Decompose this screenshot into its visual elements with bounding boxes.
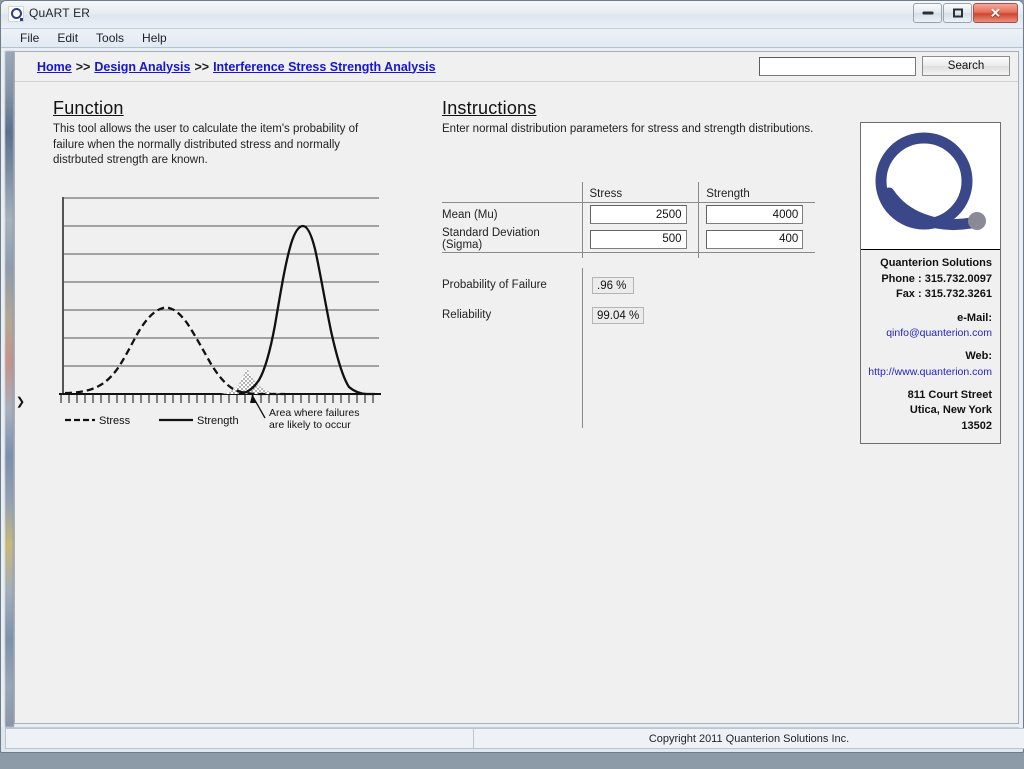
website-link[interactable]: http://www.quanterion.com xyxy=(867,365,992,380)
company-fax: Fax : 315.732.3261 xyxy=(895,288,992,301)
address-line-3: 13502 xyxy=(961,420,992,433)
table-row: Mean (Mu) xyxy=(442,202,815,227)
stress-strength-chart: Stress Strength Area where failures are … xyxy=(53,192,383,440)
address-line-1: 811 Court Street xyxy=(907,388,992,401)
result-value-reliability: 99.04 % xyxy=(592,306,645,324)
address-line-2: Utica, New York xyxy=(909,404,992,417)
chart-gridlines xyxy=(63,197,379,367)
panel-expand-handle[interactable]: ❯ xyxy=(15,390,26,412)
function-section: Function This tool allows the user to ca… xyxy=(53,98,388,440)
menu-item-help[interactable]: Help xyxy=(133,29,176,47)
company-name: Quanterion Solutions xyxy=(880,257,992,269)
parameter-cell-sigma-stress xyxy=(581,227,699,252)
web-label: Web: xyxy=(965,350,992,363)
parameter-label-mean: Mean (Mu) xyxy=(442,208,498,221)
chart-svg: Stress Strength Area where failures are … xyxy=(59,196,381,431)
search-button[interactable]: Search xyxy=(922,56,1010,76)
close-button[interactable]: ✕ xyxy=(973,3,1018,23)
app-icon xyxy=(8,6,24,22)
status-cell-left xyxy=(5,728,474,749)
chart-legend: Stress Strength xyxy=(65,415,239,427)
parameter-cell-mean-strength xyxy=(698,202,815,227)
status-bar: Copyright 2011 Quanterion Solutions Inc.… xyxy=(5,727,1024,749)
parameters-header-stress: Stress xyxy=(581,182,699,203)
instructions-title: Instructions xyxy=(442,98,537,118)
menu-bar: File Edit Tools Help xyxy=(1,28,1023,48)
menu-item-file[interactable]: File xyxy=(11,29,48,47)
instructions-section: Instructions Enter normal distribution p… xyxy=(442,98,822,138)
minimize-button[interactable] xyxy=(913,3,942,23)
search-input[interactable] xyxy=(759,56,916,76)
breadcrumb: Home >> Design Analysis >> Interference Stre… xyxy=(37,60,436,74)
parameters-table: Stress Strength Mean (Mu) Standard Dev xyxy=(442,182,815,258)
result-label-reliability: Reliability xyxy=(442,309,492,321)
table-footer-row xyxy=(442,251,815,258)
svg-text:Area where failures: Area where failures xyxy=(269,407,359,419)
window-body: ❯ Home >> Design Analysis >> Interference St… xyxy=(1,48,1023,727)
email-label: e-Mail: xyxy=(957,311,992,324)
maximize-icon xyxy=(952,8,963,18)
company-logo xyxy=(861,123,1000,250)
parameter-cell-mean-stress xyxy=(581,202,699,227)
instructions-description: Enter normal distribution parameters for… xyxy=(442,123,814,135)
breadcrumb-separator: >> xyxy=(194,59,210,74)
status-copyright: Copyright 2011 Quanterion Solutions Inc. xyxy=(474,728,1024,749)
table-footer-blank-1 xyxy=(442,251,582,258)
navigation-row: Home >> Design Analysis >> Interference Stre… xyxy=(15,52,1018,82)
maximize-button[interactable] xyxy=(943,3,972,23)
legend-label-stress: Stress xyxy=(99,415,131,427)
parameters-header-strength: Strength xyxy=(698,182,815,203)
application-window: QuART ER ✕ File Edit Tools Help ❯ Home >>… xyxy=(0,0,1024,753)
page-content: Function This tool allows the user to ca… xyxy=(15,82,1018,723)
sigma-stress-input[interactable] xyxy=(589,229,687,249)
content-area: ❯ Home >> Design Analysis >> Interference St… xyxy=(14,51,1019,724)
menu-item-tools[interactable]: Tools xyxy=(87,29,133,47)
window-controls: ✕ xyxy=(912,3,1018,23)
parameter-label-sigma: Standard Deviation (Sigma) xyxy=(442,227,540,252)
menu-item-edit[interactable]: Edit xyxy=(48,29,87,47)
mean-stress-input[interactable] xyxy=(589,205,687,225)
q-logo-dot-icon xyxy=(20,18,23,21)
breadcrumb-link-design-analysis[interactable]: Design Analysis xyxy=(94,60,190,74)
sigma-strength-input[interactable] xyxy=(706,229,804,249)
chart-x-ticks xyxy=(60,394,374,403)
mean-strength-input[interactable] xyxy=(706,205,804,225)
table-row: Standard Deviation (Sigma) xyxy=(442,227,815,252)
svg-text:are likely to occur: are likely to occur xyxy=(269,419,351,431)
email-link[interactable]: qinfo@quanterion.com xyxy=(867,326,992,341)
company-info-panel: Quanterion Solutions Phone : 315.732.009… xyxy=(860,122,1001,444)
close-icon: ✕ xyxy=(990,5,1001,21)
results-section: Probability of Failure .96 % Reliability… xyxy=(442,270,667,330)
parameter-cell-sigma-strength xyxy=(698,227,815,252)
quanterion-q-logo-icon xyxy=(875,132,986,230)
table-footer-blank-2 xyxy=(581,251,699,258)
legend-label-strength: Strength xyxy=(197,415,239,427)
chart-annotation-text: Area where failures are likely to occur xyxy=(269,407,359,431)
title-bar: QuART ER ✕ xyxy=(1,1,1023,28)
function-title: Function xyxy=(53,98,124,118)
breadcrumb-link-home[interactable]: Home xyxy=(37,60,72,74)
result-value-probability-of-failure: .96 % xyxy=(592,276,634,294)
table-footer-blank-3 xyxy=(698,251,815,258)
left-edge-strip xyxy=(5,51,14,727)
search-area: Search xyxy=(759,56,1010,76)
window-title: QuART ER xyxy=(29,6,91,20)
breadcrumb-link-interference-stress-strength-analysis[interactable]: Interference Stress Strength Analysis xyxy=(213,60,436,74)
company-contact-info: Quanterion Solutions Phone : 315.732.009… xyxy=(861,250,1000,443)
company-phone: Phone : 315.732.0097 xyxy=(881,272,992,285)
result-label-probability-of-failure: Probability of Failure xyxy=(442,279,547,291)
function-description: This tool allows the user to calculate t… xyxy=(53,123,359,167)
table-header-row: Stress Strength xyxy=(442,182,815,203)
result-row-reliability: Reliability 99.04 % xyxy=(442,300,667,330)
minimize-icon xyxy=(922,11,933,15)
breadcrumb-separator: >> xyxy=(75,59,91,74)
result-row-probability-of-failure: Probability of Failure .96 % xyxy=(442,270,667,300)
parameters-header-blank xyxy=(442,182,582,203)
